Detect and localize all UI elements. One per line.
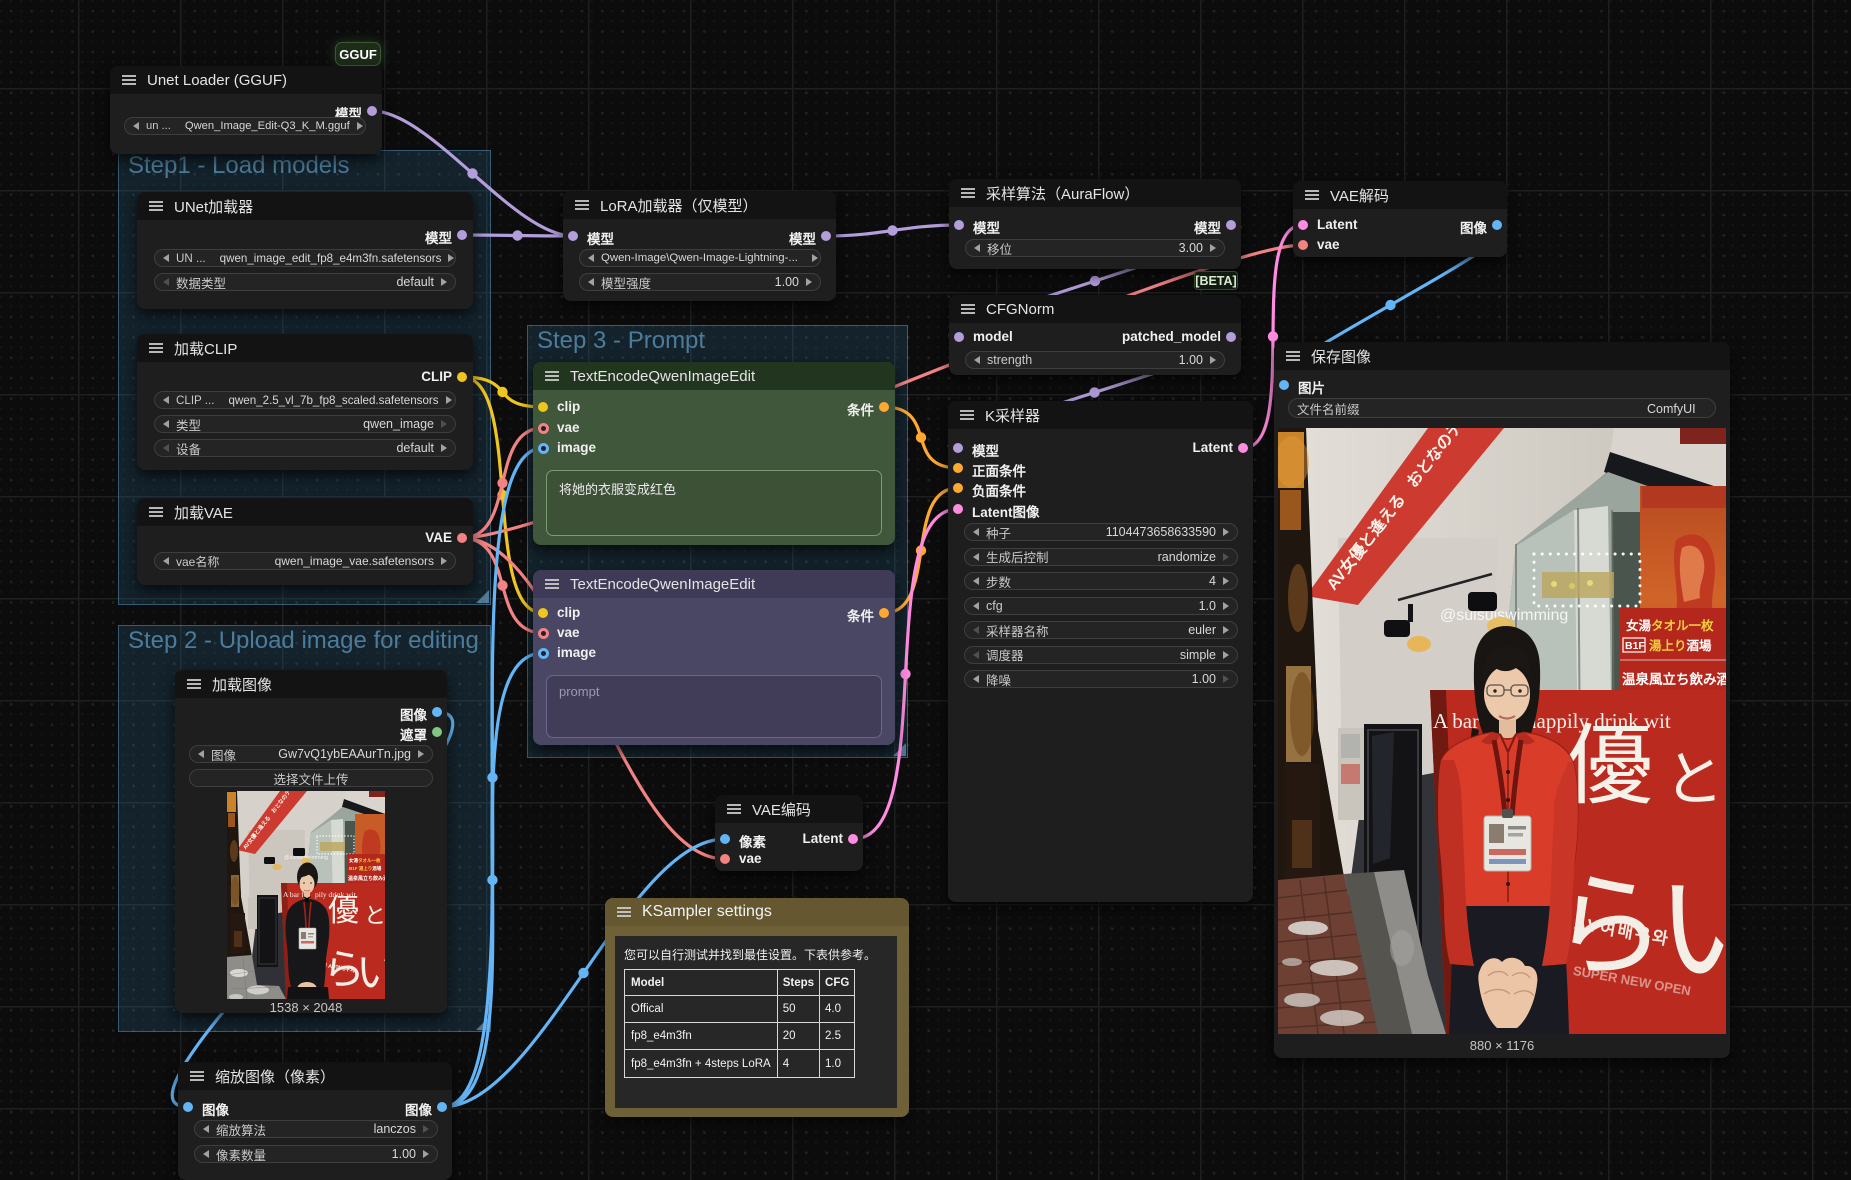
svg-text:女湯タオル一枚: 女湯タオル一枚 (1626, 618, 1714, 633)
svg-text:湯上り酒場: 湯上り酒場 (1649, 638, 1712, 653)
svg-text:温泉風立ち飲み酒: 温泉風立ち飲み酒 (348, 875, 385, 882)
svg-text:と: と (1664, 747, 1724, 813)
svg-text:温泉風立ち飲み酒: 温泉風立ち飲み酒 (1622, 671, 1726, 687)
svg-text:い: い (356, 951, 385, 997)
svg-text:優: 優 (328, 893, 359, 928)
svg-text:B1F 湯上り酒場: B1F 湯上り酒場 (349, 865, 382, 872)
svg-text:B1F: B1F (1625, 640, 1645, 652)
svg-text:女湯タオル一枚: 女湯タオル一枚 (349, 857, 381, 864)
svg-text:と: と (364, 903, 385, 928)
